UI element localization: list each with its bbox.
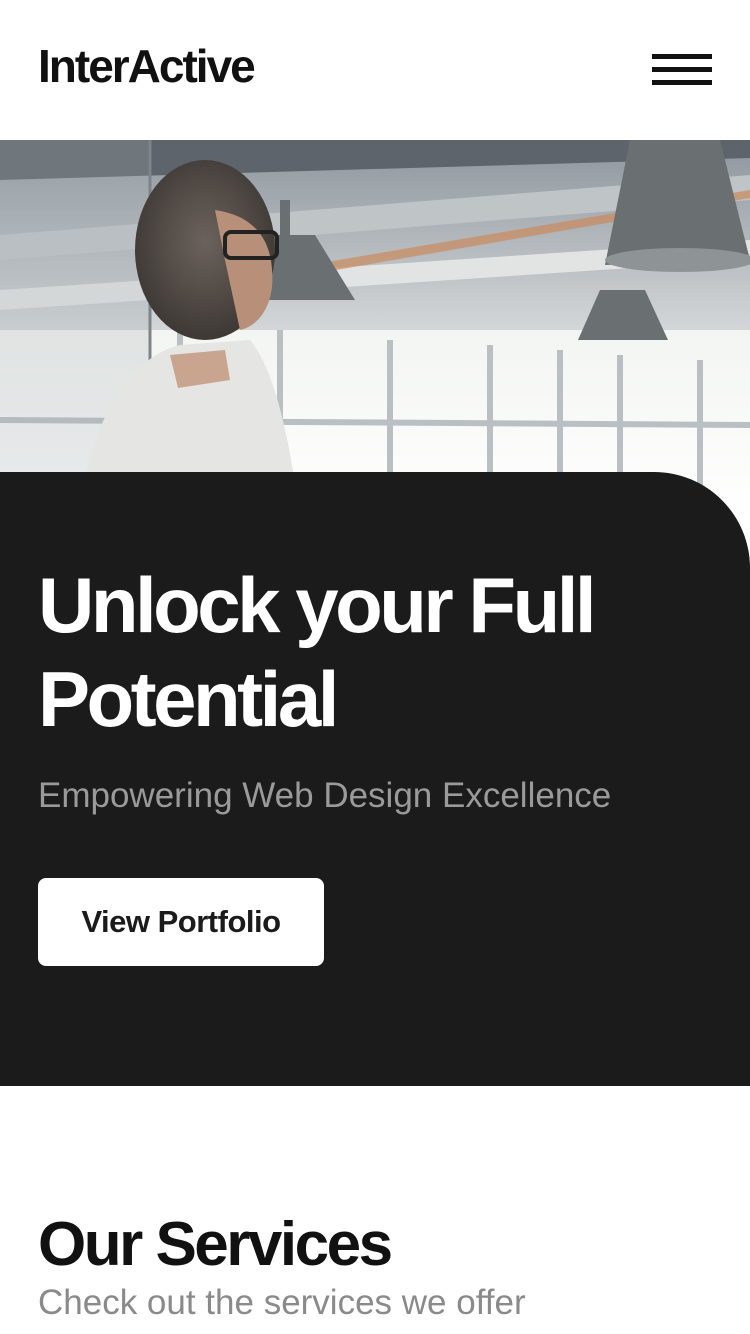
services-subtitle: Check out the services we offer: [38, 1283, 526, 1322]
services-title: Our Services: [38, 1210, 393, 1279]
hero-title-line-1: Unlock your Full: [38, 561, 597, 649]
services-section: Our Services Check out the services we o…: [0, 1086, 750, 1334]
hero-image: [0, 140, 750, 520]
hero-title-line-2: Potential: [38, 655, 339, 743]
hamburger-menu-icon[interactable]: [646, 48, 718, 92]
logo[interactable]: InterActive: [38, 38, 256, 94]
page: InterActive Unlock your Full Potential E…: [0, 0, 750, 1334]
view-portfolio-button[interactable]: View Portfolio: [38, 878, 324, 966]
office-photo: [0, 140, 750, 520]
hero-subtitle: Empowering Web Design Excellence: [38, 776, 612, 815]
site-header: InterActive: [0, 0, 750, 140]
hero-title: Unlock your Full Potential: [38, 558, 718, 746]
hero-section: Unlock your Full Potential Empowering Web…: [0, 472, 750, 1086]
